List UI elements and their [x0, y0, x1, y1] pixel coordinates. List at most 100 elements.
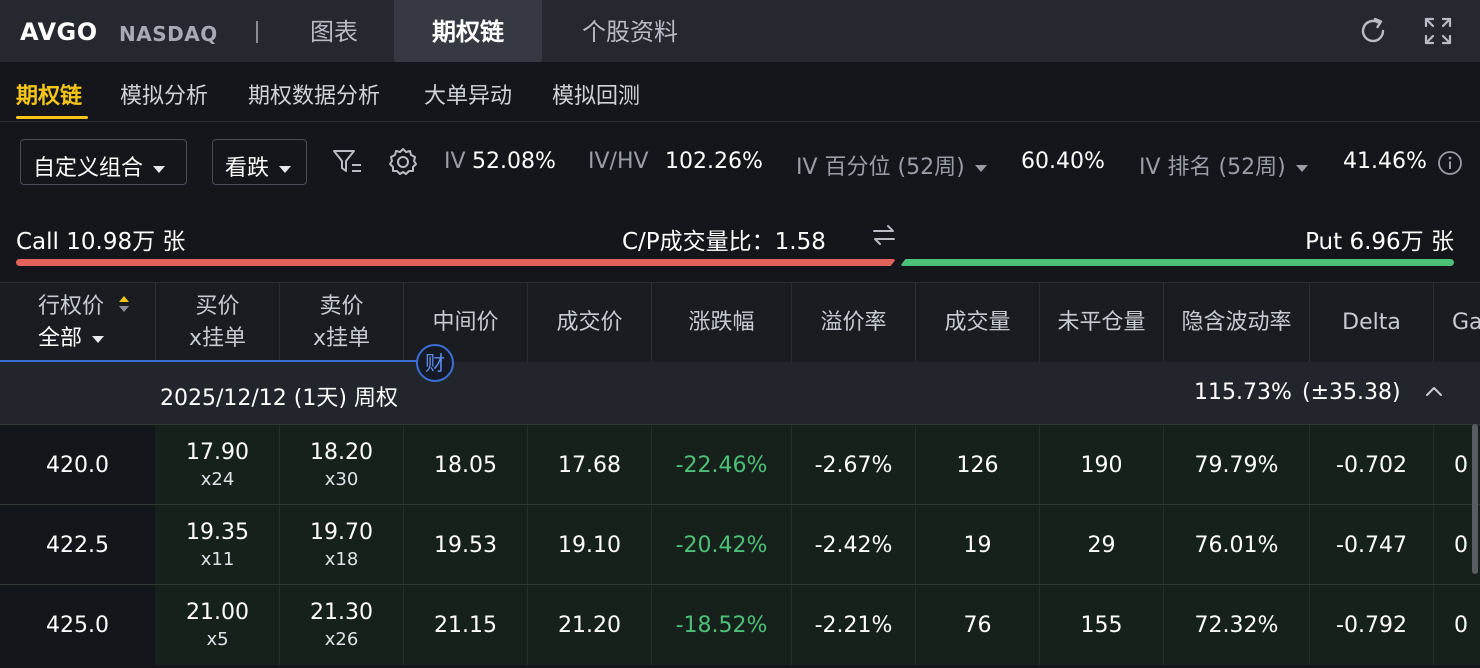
bid-size: x11 [200, 549, 235, 570]
bid-size: x5 [206, 629, 229, 650]
table-row[interactable]: 425.0 21.00 x5 21.30 x26 21.15 21.20 -18.52% -2.… [0, 584, 1480, 665]
subtab-simulation[interactable]: 模拟分析 [120, 78, 208, 110]
header-premium[interactable]: 溢价率 [792, 283, 916, 363]
bid-value: 21.00 [186, 600, 249, 625]
implied-volatility-value: 72.32% [1194, 612, 1279, 638]
header-delta[interactable]: Delta [1310, 283, 1434, 363]
chevron-down-icon [1295, 164, 1308, 172]
last-cell: 19.10 [528, 505, 652, 585]
expiry-iv: 115.73% [1194, 380, 1292, 405]
chevron-down-icon [279, 165, 292, 173]
chevron-down-icon [153, 165, 166, 173]
delta-value: -0.747 [1336, 532, 1407, 558]
tab-option-chain[interactable]: 期权链 [394, 0, 542, 62]
refresh-icon[interactable] [1358, 16, 1388, 46]
scrollbar[interactable] [1472, 424, 1478, 574]
table-row[interactable]: 420.0 17.90 x24 18.20 x30 18.05 17.68 -22.46% -2… [0, 424, 1480, 505]
premium-cell: -2.42% [792, 505, 916, 585]
table-row[interactable]: 422.5 19.35 x11 19.70 x18 19.53 19.10 -20.42% -2… [0, 504, 1480, 585]
ask-size: x26 [324, 629, 359, 650]
tab-stock-profile[interactable]: 个股资料 [548, 0, 712, 62]
header-gamma[interactable]: Ga [1434, 283, 1480, 363]
table-header: 行权价 全部 买价 x挂单 卖价 x挂单 中间价 成交价 涨跌幅 溢价率 成交量… [0, 282, 1480, 363]
delta-value: -0.792 [1336, 612, 1407, 638]
volume-value: 126 [956, 452, 999, 478]
open-interest-cell: 29 [1040, 505, 1164, 585]
exchange-label: NASDAQ [119, 22, 218, 46]
change-cell: -18.52% [652, 585, 792, 665]
delta-cell: -0.702 [1310, 425, 1434, 505]
iv-percentile-selector[interactable]: IV 百分位 (52周) [796, 149, 987, 181]
iv-value: 52.08% [472, 149, 556, 174]
gear-icon[interactable] [387, 146, 419, 178]
expand-icon[interactable] [1423, 16, 1453, 46]
subtab-backtest[interactable]: 模拟回测 [552, 78, 640, 110]
top-bar: AVGO NASDAQ 图表 期权链 个股资料 [0, 0, 1480, 62]
mid-value: 21.15 [434, 612, 497, 638]
subtab-large-orders[interactable]: 大单异动 [424, 78, 512, 110]
mid-value: 19.53 [434, 532, 497, 558]
open-interest-value: 155 [1080, 612, 1123, 638]
tab-chart[interactable]: 图表 [276, 0, 392, 62]
gamma-value: 0 [1454, 612, 1468, 638]
ask-value: 21.30 [310, 600, 373, 625]
delta-cell: -0.747 [1310, 505, 1434, 585]
earnings-badge[interactable]: 财 [416, 344, 454, 382]
info-icon[interactable] [1437, 150, 1463, 176]
change-cell: -22.46% [652, 425, 792, 505]
iv-rank-selector[interactable]: IV 排名 (52周) [1139, 149, 1308, 181]
open-interest-value: 190 [1080, 452, 1123, 478]
volume-value: 19 [963, 532, 992, 558]
header-strike[interactable]: 行权价 全部 [0, 283, 156, 363]
open-interest-cell: 155 [1040, 585, 1164, 665]
expiry-expected-move: (±35.38) [1302, 380, 1401, 405]
header-ask-sub: x挂单 [312, 326, 371, 351]
header-last[interactable]: 成交价 [528, 283, 652, 363]
last-value: 21.20 [558, 612, 621, 638]
direction-select[interactable]: 看跌 [212, 139, 307, 185]
header-bid-label: 买价 [195, 294, 240, 319]
header-open-interest[interactable]: 未平仓量 [1040, 283, 1164, 363]
header-volume[interactable]: 成交量 [916, 283, 1040, 363]
filter-icon[interactable] [330, 146, 364, 178]
ask-size: x30 [324, 469, 359, 490]
ask-cell[interactable]: 21.30 x26 [280, 585, 404, 665]
bid-cell[interactable]: 17.90 x24 [156, 425, 280, 505]
premium-cell: -2.21% [792, 585, 916, 665]
chevron-up-icon[interactable] [1424, 383, 1444, 399]
implied-volatility-cell: 76.01% [1164, 505, 1310, 585]
header-bid[interactable]: 买价 x挂单 [156, 283, 280, 363]
mid-cell: 21.15 [404, 585, 528, 665]
delta-value: -0.702 [1336, 452, 1407, 478]
header-change[interactable]: 涨跌幅 [652, 283, 792, 363]
header-strike-sort[interactable]: 行权价 [38, 291, 131, 323]
bid-cell[interactable]: 21.00 x5 [156, 585, 280, 665]
implied-volatility-cell: 72.32% [1164, 585, 1310, 665]
premium-value: -2.67% [814, 452, 893, 478]
divider [256, 21, 258, 43]
iv-percentile-value: 60.40% [1021, 149, 1105, 174]
bid-cell[interactable]: 19.35 x11 [156, 505, 280, 585]
volume-value: 76 [963, 612, 992, 638]
ivhv-label: IV/HV [588, 149, 649, 174]
delta-cell: -0.792 [1310, 585, 1434, 665]
bid-value: 19.35 [186, 520, 249, 545]
swap-icon[interactable] [871, 223, 897, 247]
ask-cell[interactable]: 19.70 x18 [280, 505, 404, 585]
gamma-value: 0 [1454, 452, 1468, 478]
header-implied-volatility[interactable]: 隐含波动率 [1164, 283, 1310, 363]
premium-value: -2.42% [814, 532, 893, 558]
strike-filter-select[interactable]: 全部 [38, 323, 105, 355]
premium-value: -2.21% [814, 612, 893, 638]
change-value: -22.46% [675, 452, 768, 478]
subtab-option-chain[interactable]: 期权链 [16, 78, 82, 110]
header-ask[interactable]: 卖价 x挂单 [280, 283, 404, 363]
ask-cell[interactable]: 18.20 x30 [280, 425, 404, 505]
ivhv-value: 102.26% [665, 149, 763, 174]
chevron-down-icon [974, 164, 987, 172]
call-volume-bar [16, 259, 896, 266]
mid-cell: 19.53 [404, 505, 528, 585]
strategy-select[interactable]: 自定义组合 [20, 139, 187, 185]
subtab-option-data-analysis[interactable]: 期权数据分析 [248, 78, 380, 110]
cp-ratio: C/P成交量比：1.58 [622, 229, 826, 255]
